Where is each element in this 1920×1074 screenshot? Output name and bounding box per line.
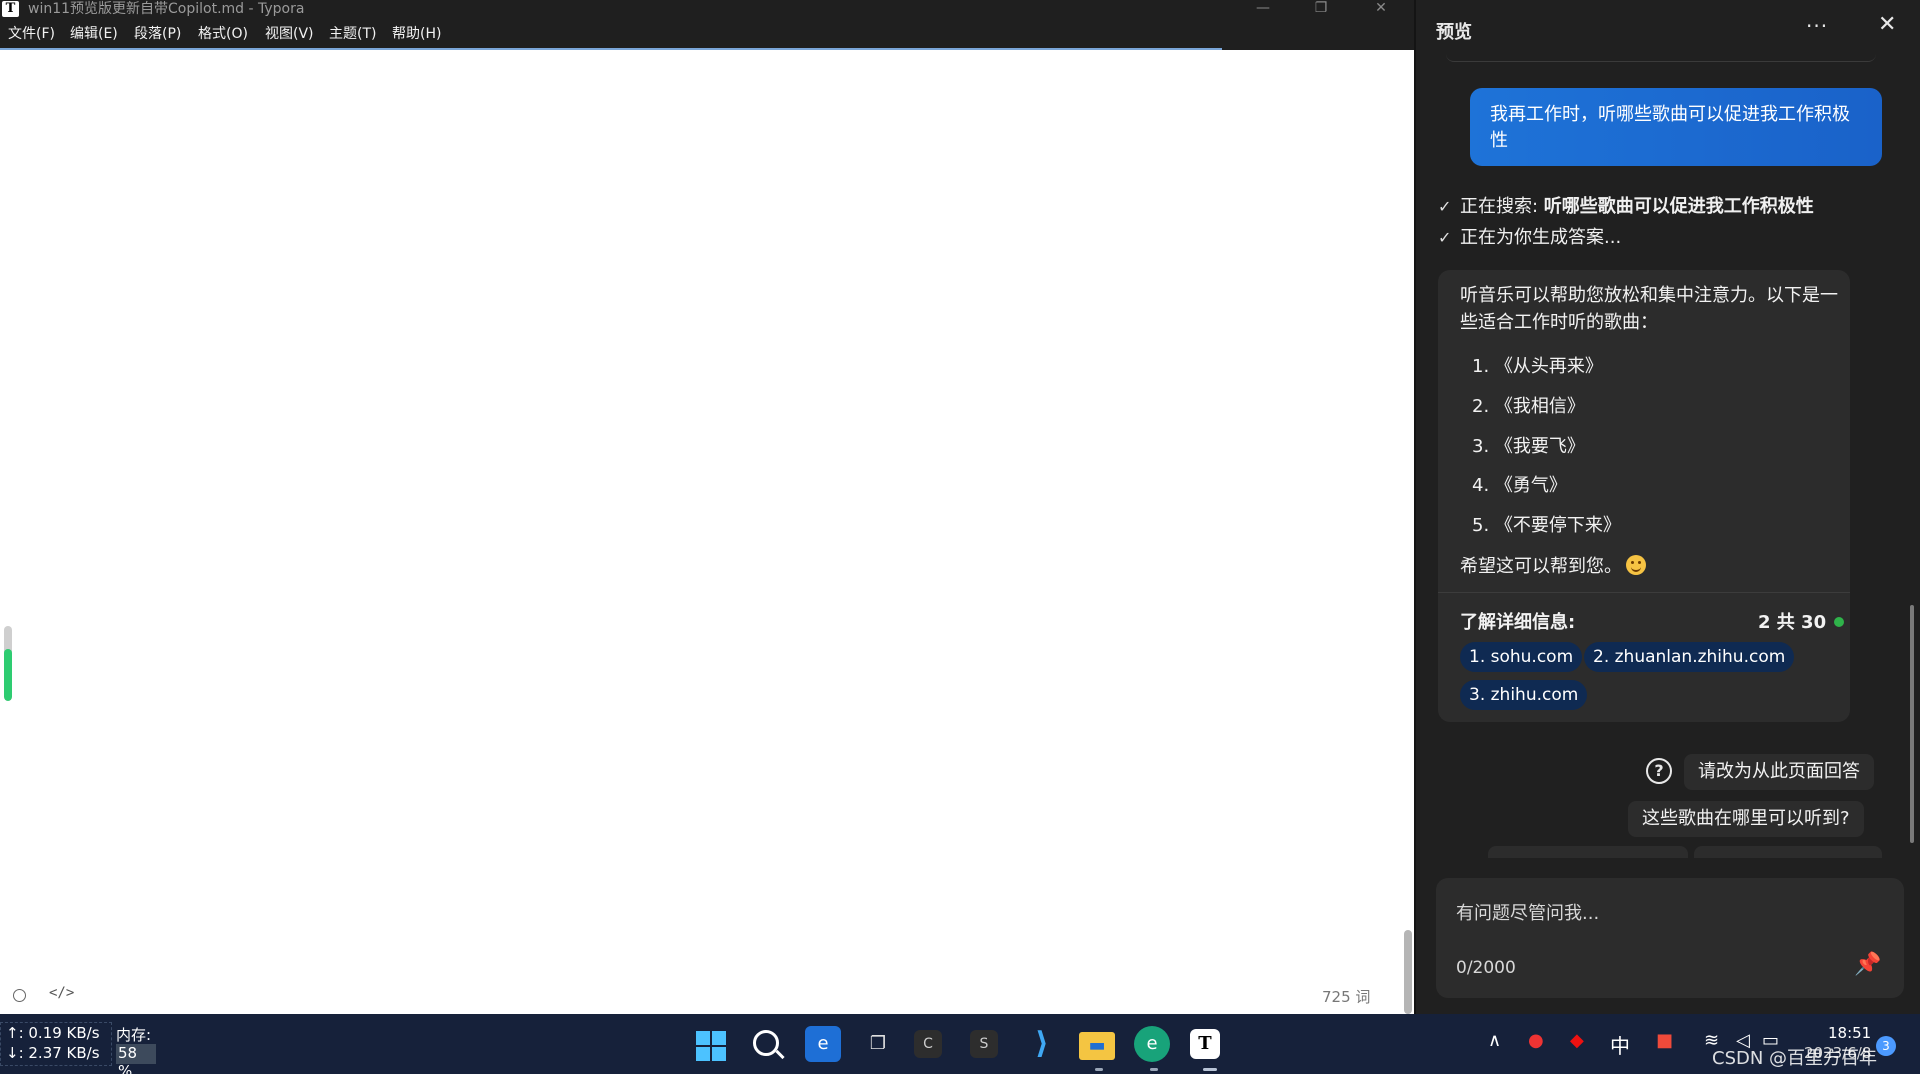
title-bar[interactable]: T win11预览版更新自带Copilot.md - Typora — ❐ ✕ bbox=[0, 0, 1414, 18]
status-searching: ✓ 正在搜索: 听哪些歌曲可以促进我工作积极性 bbox=[1438, 192, 1814, 218]
notification-badge[interactable]: 3 bbox=[1876, 1036, 1896, 1056]
tray-vivaldi-icon[interactable]: ◆ bbox=[1570, 1030, 1584, 1051]
vscode-icon[interactable]: ⟩ bbox=[1024, 1026, 1060, 1062]
chat-input-box: 0/2000 📌 bbox=[1436, 878, 1904, 998]
menu-paragraph[interactable]: 段落(P) bbox=[134, 24, 181, 44]
csdn-watermark: CSDN @百里方百年 bbox=[1712, 1048, 1878, 1069]
editor-scrollbar[interactable] bbox=[1404, 930, 1412, 1014]
status-dot-icon bbox=[1834, 617, 1845, 627]
status-searching-query: 听哪些歌曲可以促进我工作积极性 bbox=[1543, 196, 1814, 217]
menu-theme[interactable]: 主题(T) bbox=[329, 24, 376, 44]
tray-sogou-icon[interactable]: ■ bbox=[1656, 1030, 1673, 1051]
source-chip-sohu[interactable]: 1. sohu.com bbox=[1460, 642, 1583, 672]
task-view-icon[interactable]: ❐ bbox=[860, 1026, 896, 1062]
answer-outro: 希望这可以帮到您。 bbox=[1460, 552, 1646, 578]
song-item: 4. 《勇气》 bbox=[1472, 475, 1567, 496]
menu-view[interactable]: 视图(V) bbox=[265, 24, 314, 44]
source-chip-zhihu[interactable]: 3. zhihu.com bbox=[1460, 680, 1588, 710]
suggestion-partial[interactable] bbox=[1694, 846, 1882, 858]
typora-icon[interactable]: T bbox=[1190, 1029, 1220, 1059]
status-generating: ✓ 正在为你生成答案... bbox=[1438, 223, 1621, 249]
suggestion-answer-from-page[interactable]: 请改为从此页面回答 bbox=[1684, 754, 1874, 790]
status-bar: </> 725 词 bbox=[0, 980, 1400, 1010]
previous-card-edge bbox=[1446, 52, 1876, 62]
divider bbox=[1438, 592, 1850, 593]
memory-label: 内存: bbox=[116, 1026, 152, 1044]
clock-time[interactable]: 18:51 bbox=[1828, 1024, 1871, 1042]
copilot-panel: 预览 ··· ✕ 我再工作时，听哪些歌曲可以促进我工作积极性 ✓ 正在搜索: 听哪… bbox=[1414, 0, 1920, 1014]
help-question-icon[interactable]: ? bbox=[1646, 758, 1672, 784]
source-count-text: 2 共 30 bbox=[1758, 612, 1827, 633]
app-s-icon[interactable]: S bbox=[970, 1030, 998, 1058]
editor-area[interactable] bbox=[0, 50, 1414, 1014]
windows-start-icon[interactable] bbox=[696, 1031, 726, 1061]
check-icon: ✓ bbox=[1438, 228, 1452, 247]
ime-indicator[interactable]: 中 bbox=[1610, 1030, 1630, 1059]
net-download-speed: ↓: 2.37 KB/s bbox=[6, 1044, 100, 1062]
smile-emoji-icon bbox=[1626, 555, 1646, 575]
menu-help[interactable]: 帮助(H) bbox=[392, 24, 441, 44]
folder-icon[interactable]: ▬ bbox=[1079, 1032, 1115, 1060]
suggestion-partial[interactable] bbox=[1488, 846, 1688, 858]
menu-format[interactable]: 格式(O) bbox=[198, 24, 248, 44]
window-title: win11预览版更新自带Copilot.md - Typora bbox=[28, 1, 305, 17]
edge-preview-icon[interactable]: e bbox=[805, 1026, 841, 1062]
answer-card: 听音乐可以帮助您放松和集中注意力。以下是一些适合工作时听的歌曲： 1. 《从头再… bbox=[1438, 270, 1850, 722]
restore-button[interactable]: ❐ bbox=[1298, 0, 1344, 18]
outline-toggle-icon[interactable] bbox=[13, 989, 26, 1002]
suggestion-where-to-listen[interactable]: 这些歌曲在哪里可以听到? bbox=[1628, 801, 1864, 837]
minimize-button[interactable]: — bbox=[1240, 0, 1286, 18]
answer-intro: 听音乐可以帮助您放松和集中注意力。以下是一些适合工作时听的歌曲： bbox=[1460, 285, 1838, 333]
edge-dev-icon[interactable]: e bbox=[1134, 1026, 1170, 1062]
net-upload-speed: ↑: 0.19 KB/s bbox=[6, 1024, 100, 1042]
side-level-meter bbox=[4, 626, 12, 701]
menu-file[interactable]: 文件(F) bbox=[8, 24, 55, 44]
app-c-icon[interactable]: C bbox=[914, 1030, 942, 1058]
close-window-button[interactable]: ✕ bbox=[1358, 0, 1404, 18]
source-code-icon[interactable]: </> bbox=[49, 985, 74, 1001]
running-indicator bbox=[1095, 1068, 1103, 1071]
close-panel-icon[interactable]: ✕ bbox=[1878, 12, 1896, 37]
more-options-icon[interactable]: ··· bbox=[1806, 14, 1828, 38]
song-item: 3. 《我要飞》 bbox=[1472, 436, 1585, 457]
song-item: 1. 《从头再来》 bbox=[1472, 356, 1603, 377]
song-item: 2. 《我相信》 bbox=[1472, 396, 1585, 417]
answer-outro-text: 希望这可以帮到您。 bbox=[1460, 556, 1622, 577]
panel-scrollbar[interactable] bbox=[1910, 605, 1914, 843]
source-chip-zhuanlan[interactable]: 2. zhuanlan.zhihu.com bbox=[1584, 642, 1795, 672]
pin-icon[interactable]: 📌 bbox=[1854, 952, 1881, 977]
song-item: 5. 《不要停下来》 bbox=[1472, 515, 1621, 536]
char-count: 0/2000 bbox=[1456, 958, 1516, 978]
word-count[interactable]: 725 词 bbox=[1322, 986, 1370, 1007]
desktop: T win11预览版更新自带Copilot.md - Typora — ❐ ✕ … bbox=[0, 0, 1920, 1074]
typora-app-icon[interactable]: T bbox=[2, 1, 19, 17]
learn-more-label: 了解详细信息: bbox=[1460, 612, 1576, 633]
menu-edit[interactable]: 编辑(E) bbox=[70, 24, 118, 44]
search-icon[interactable] bbox=[753, 1030, 779, 1056]
active-indicator bbox=[1203, 1068, 1217, 1071]
status-searching-label: 正在搜索: bbox=[1460, 196, 1544, 217]
tray-app-icon[interactable]: ● bbox=[1528, 1030, 1544, 1051]
taskbar: ↑: 0.19 KB/s ↓: 2.37 KB/s 内存: 58 % e ❐ C… bbox=[0, 1014, 1920, 1074]
tray-overflow-chevron-icon[interactable]: ∧ bbox=[1488, 1030, 1501, 1051]
chat-input[interactable] bbox=[1456, 898, 1876, 928]
user-message-bubble: 我再工作时，听哪些歌曲可以促进我工作积极性 bbox=[1470, 88, 1882, 166]
check-icon: ✓ bbox=[1438, 197, 1452, 216]
typora-window: T win11预览版更新自带Copilot.md - Typora — ❐ ✕ … bbox=[0, 0, 1414, 1014]
source-count: 2 共 30 bbox=[1758, 608, 1845, 634]
running-indicator bbox=[1150, 1068, 1158, 1071]
side-level-meter-fill bbox=[4, 648, 12, 701]
menu-bar: 文件(F) 编辑(E) 段落(P) 格式(O) 视图(V) 主题(T) 帮助(H… bbox=[0, 18, 1414, 50]
memory-value: 58 % bbox=[116, 1044, 156, 1074]
panel-title: 预览 bbox=[1436, 22, 1472, 43]
status-generating-text: 正在为你生成答案... bbox=[1460, 227, 1622, 248]
